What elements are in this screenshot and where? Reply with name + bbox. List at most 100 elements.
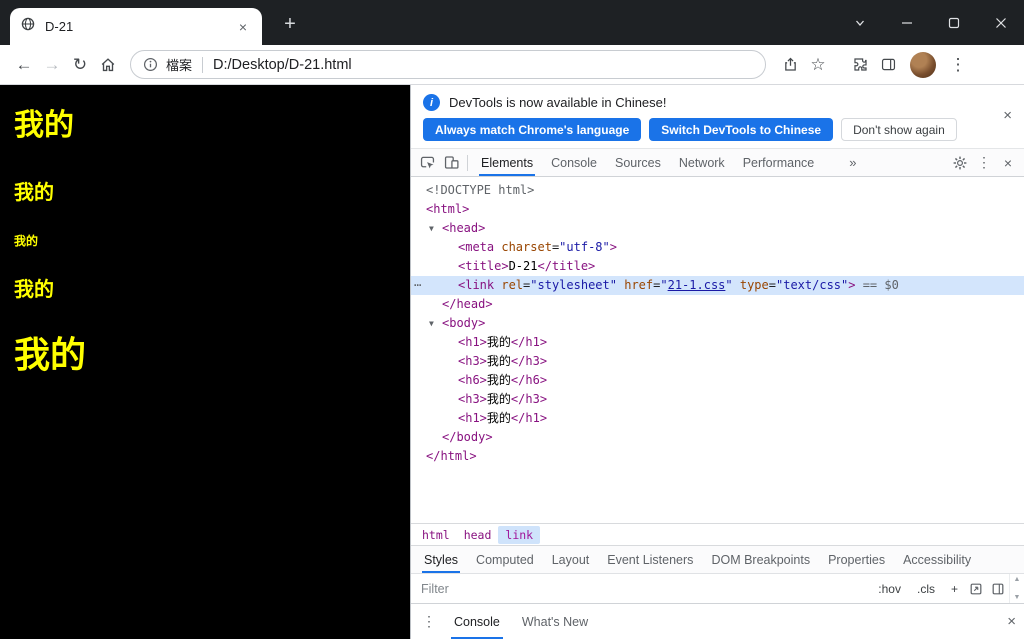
devtools-tabs: Elements Console Sources Network Performance xyxy=(472,149,823,176)
tab-close-icon[interactable]: × xyxy=(234,18,252,36)
dom-tree-line[interactable]: ▼ <head> xyxy=(411,219,1024,238)
tab-search-chevron-icon[interactable] xyxy=(836,0,883,45)
banner-close-icon[interactable]: × xyxy=(1003,107,1012,124)
dom-tree-line[interactable]: <h3>我的</h3> xyxy=(411,352,1024,371)
browser-menu-icon[interactable]: ⋮ xyxy=(944,51,972,79)
tab-favicon-icon xyxy=(20,16,36,37)
drawer-tab-what-s-new[interactable]: What's New xyxy=(511,604,599,639)
devtools-drawer: ⋮ Console What's New × xyxy=(411,603,1024,639)
filter-action-hov[interactable]: :hov xyxy=(871,579,908,599)
window-close-button[interactable] xyxy=(977,0,1024,45)
breadcrumb-item-head[interactable]: head xyxy=(457,526,499,544)
stylesheet-link[interactable]: 21-1.css xyxy=(668,278,726,292)
code-token: </h3> xyxy=(510,354,548,368)
code-token: <body> xyxy=(442,316,486,330)
dom-tree-line[interactable]: </head> xyxy=(411,295,1024,314)
dom-tree-line[interactable]: ⋯ <link rel="stylesheet" href="21-1.css" … xyxy=(411,276,1024,295)
devtools-tab-performance[interactable]: Performance xyxy=(734,149,824,176)
filter-action-cls[interactable]: .cls xyxy=(910,579,942,599)
dom-tree-line[interactable]: <h3>我的</h3> xyxy=(411,390,1024,409)
filter-actions: :hov .cls + xyxy=(871,579,965,599)
dom-tree-line[interactable]: <!DOCTYPE html> xyxy=(411,181,1024,200)
dom-tree-line[interactable]: <h1>我的</h1> xyxy=(411,333,1024,352)
forward-button[interactable]: → xyxy=(38,51,66,79)
dom-tree-line[interactable]: <html> xyxy=(411,200,1024,219)
url-scheme-chip[interactable]: 檔案 xyxy=(166,55,192,74)
extensions-puzzle-icon[interactable] xyxy=(846,51,874,79)
styles-scrollbar[interactable]: ▲ ▼ xyxy=(1009,574,1024,603)
window-maximize-button[interactable] xyxy=(930,0,977,45)
settings-gear-icon[interactable] xyxy=(948,151,972,175)
drawer-close-icon[interactable]: × xyxy=(1007,613,1016,630)
page-heading-h1: 我的 xyxy=(14,109,74,142)
dom-tree-line[interactable]: </body> xyxy=(411,428,1024,447)
sidebar-tab-layout[interactable]: Layout xyxy=(543,546,599,573)
window-minimize-button[interactable] xyxy=(883,0,930,45)
banner-buttons: Always match Chrome's language Switch Dev… xyxy=(411,111,1024,141)
breadcrumb-item-link[interactable]: link xyxy=(498,525,541,544)
sidebar-tab-styles[interactable]: Styles xyxy=(415,546,467,573)
sidebar-tab-dom-breakpoints[interactable]: DOM Breakpoints xyxy=(702,546,819,573)
drawer-menu-icon[interactable]: ⋮ xyxy=(419,613,439,630)
breadcrumb-item-html[interactable]: html xyxy=(415,526,457,544)
omnibox-divider xyxy=(202,56,204,73)
side-panel-icon[interactable] xyxy=(874,51,902,79)
more-tabs-icon[interactable]: » xyxy=(849,155,856,170)
home-button[interactable] xyxy=(94,51,122,79)
banner-button[interactable]: Switch DevTools to Chinese xyxy=(649,118,834,141)
code-token: 我的 xyxy=(486,411,511,425)
devtools-tab-console[interactable]: Console xyxy=(542,149,606,176)
url-text[interactable]: D:/Desktop/D-21.html xyxy=(213,57,352,73)
sidebar-tab-accessibility[interactable]: Accessibility xyxy=(894,546,980,573)
code-token: <title> xyxy=(458,259,509,273)
profile-avatar[interactable] xyxy=(910,51,936,78)
devtools-tab-elements[interactable]: Elements xyxy=(472,149,542,176)
drawer-tab-console[interactable]: Console xyxy=(443,604,511,639)
sidebar-tab-event-listeners[interactable]: Event Listeners xyxy=(598,546,702,573)
expand-arrow-icon[interactable]: ▼ xyxy=(429,219,442,238)
new-tab-button[interactable]: + xyxy=(277,11,303,37)
address-bar[interactable]: 檔案 D:/Desktop/D-21.html xyxy=(130,50,766,79)
dom-tree-line[interactable]: <meta charset="utf-8"> xyxy=(411,238,1024,257)
bookmark-star-icon[interactable]: ☆ xyxy=(804,51,832,79)
browser-tab[interactable]: D-21 × xyxy=(10,8,262,45)
styles-filter-input[interactable] xyxy=(411,574,872,603)
scroll-down-icon[interactable]: ▼ xyxy=(1014,594,1021,601)
computed-sidebar-icon[interactable] xyxy=(987,578,1009,600)
overflow-menu-icon[interactable]: ⋯ xyxy=(414,276,421,295)
code-token: </h1> xyxy=(510,335,548,349)
styles-sidebar-tabs: Styles Computed Layout Event Listeners DOM B… xyxy=(411,545,1024,573)
dom-tree-line[interactable]: <h1>我的</h1> xyxy=(411,409,1024,428)
back-button[interactable]: ← xyxy=(10,51,38,79)
dom-tree-line[interactable]: <h6>我的</h6> xyxy=(411,371,1024,390)
dom-tree: <!DOCTYPE html> <html> ▼ <head> <meta charse… xyxy=(411,177,1024,523)
devtools-tab-sources[interactable]: Sources xyxy=(606,149,670,176)
page-content: 我的 我的 我的 我的 我的 xyxy=(0,85,410,639)
site-info-icon[interactable] xyxy=(143,57,158,72)
toggle-rendering-icon[interactable] xyxy=(965,578,987,600)
inspect-element-icon[interactable] xyxy=(415,151,439,175)
reload-button[interactable]: ↻ xyxy=(66,51,94,79)
code-token: 我的 xyxy=(486,373,511,387)
devtools-menu-icon[interactable]: ⋮ xyxy=(972,151,996,175)
devtools-tab-network[interactable]: Network xyxy=(670,149,734,176)
devtools-close-icon[interactable]: × xyxy=(996,151,1020,175)
share-icon[interactable] xyxy=(776,51,804,79)
dom-tree-line[interactable]: </html> xyxy=(411,447,1024,466)
filter-action-[interactable]: + xyxy=(944,579,965,599)
sidebar-tab-properties[interactable]: Properties xyxy=(819,546,894,573)
dom-tree-line[interactable]: ▼ <body> xyxy=(411,314,1024,333)
page-heading-h3: 我的 xyxy=(14,181,54,204)
banner-button[interactable]: Always match Chrome's language xyxy=(423,118,642,141)
code-token: <h1> xyxy=(458,335,487,349)
dom-tree-line[interactable]: <title>D-21</title> xyxy=(411,257,1024,276)
window-controls xyxy=(836,0,1024,45)
device-toolbar-icon[interactable] xyxy=(439,151,463,175)
sidebar-tab-computed[interactable]: Computed xyxy=(467,546,543,573)
banner-button[interactable]: Don't show again xyxy=(841,118,957,141)
devtools-toolbar: Elements Console Sources Network Performance… xyxy=(411,149,1024,177)
expand-arrow-icon[interactable]: ▼ xyxy=(429,314,442,333)
code-token: D-21 xyxy=(508,259,538,273)
scroll-up-icon[interactable]: ▲ xyxy=(1014,576,1021,583)
